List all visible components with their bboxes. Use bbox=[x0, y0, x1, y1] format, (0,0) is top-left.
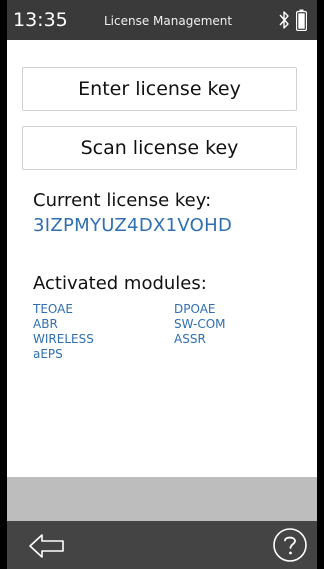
status-time: 13:35 bbox=[13, 9, 68, 31]
module-dpoae: DPOAE bbox=[174, 302, 216, 316]
enter-license-key-button[interactable]: Enter license key bbox=[22, 67, 297, 111]
page-title: License Management bbox=[104, 14, 233, 28]
module-assr: ASSR bbox=[174, 332, 206, 346]
battery-icon bbox=[296, 9, 307, 31]
help-icon[interactable] bbox=[272, 527, 308, 563]
module-teoae: TEOAE bbox=[33, 302, 73, 316]
footer-divider-band bbox=[7, 477, 317, 521]
module-sw-com: SW-COM bbox=[174, 317, 226, 331]
license-management-screen: 13:35 License Management Enter license k… bbox=[7, 0, 317, 569]
module-aeps: aEPS bbox=[33, 347, 63, 361]
status-bar: 13:35 License Management bbox=[7, 0, 317, 40]
current-license-label: Current license key: bbox=[33, 190, 212, 211]
scan-license-key-button[interactable]: Scan license key bbox=[22, 126, 297, 170]
current-license-value: 3IZPMYUZ4DX1VOHD bbox=[33, 215, 233, 236]
back-icon[interactable] bbox=[27, 531, 67, 561]
module-wireless: WIRELESS bbox=[33, 332, 94, 346]
module-abr: ABR bbox=[33, 317, 58, 331]
bluetooth-icon bbox=[279, 11, 289, 29]
activated-modules-label: Activated modules: bbox=[33, 273, 207, 294]
